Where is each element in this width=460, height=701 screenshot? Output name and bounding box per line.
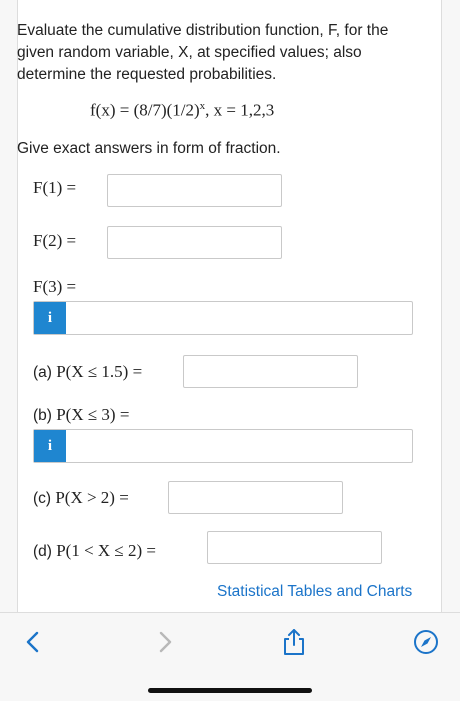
part-d-input[interactable] xyxy=(207,531,382,564)
part-b-prefix: (b) xyxy=(33,407,52,424)
part-c-prefix: (c) xyxy=(33,490,52,507)
statistical-tables-link[interactable]: Statistical Tables and Charts xyxy=(217,583,412,601)
formula-rhs: , x = 1,2,3 xyxy=(205,100,275,120)
part-d-prefix: (d) xyxy=(33,543,52,560)
instruction-text: Give exact answers in form of fraction. xyxy=(17,140,281,157)
part-b-input[interactable]: i xyxy=(33,429,413,463)
part-a-label: (a) P(X ≤ 1.5) = xyxy=(33,362,142,382)
part-c-expression: P(X > 2) = xyxy=(55,488,129,507)
part-b-label: (b) P(X ≤ 3) = xyxy=(33,405,129,425)
part-c-input[interactable] xyxy=(168,481,343,514)
f1-input[interactable] xyxy=(107,174,282,207)
f3-label: F(3) = xyxy=(33,277,77,296)
home-indicator xyxy=(148,688,312,693)
chevron-right-icon[interactable] xyxy=(150,627,180,657)
formula-lhs: f(x) = (8/7)(1/2) xyxy=(90,100,200,120)
part-a-input[interactable] xyxy=(183,355,358,388)
info-icon[interactable]: i xyxy=(34,430,66,462)
part-d-expression: P(1 < X ≤ 2) = xyxy=(56,541,157,560)
part-d-label: (d) P(1 < X ≤ 2) = xyxy=(33,541,156,561)
f3-input[interactable]: i xyxy=(33,301,413,335)
f2-label: F(2) = xyxy=(33,231,77,250)
pmf-formula: f(x) = (8/7)(1/2)x, x = 1,2,3 xyxy=(90,100,390,121)
f1-label: F(1) = xyxy=(33,178,77,197)
compass-icon[interactable] xyxy=(411,627,441,657)
info-icon[interactable]: i xyxy=(34,302,66,334)
f2-input[interactable] xyxy=(107,226,282,259)
chevron-left-icon[interactable] xyxy=(18,627,48,657)
part-a-expression: P(X ≤ 1.5) = xyxy=(56,362,143,381)
part-b-expression: P(X ≤ 3) = xyxy=(56,405,130,424)
part-a-prefix: (a) xyxy=(33,364,52,381)
question-intro: Evaluate the cumulative distribution fun… xyxy=(17,22,389,83)
part-c-label: (c) P(X > 2) = xyxy=(33,488,129,508)
share-icon[interactable] xyxy=(279,627,309,657)
